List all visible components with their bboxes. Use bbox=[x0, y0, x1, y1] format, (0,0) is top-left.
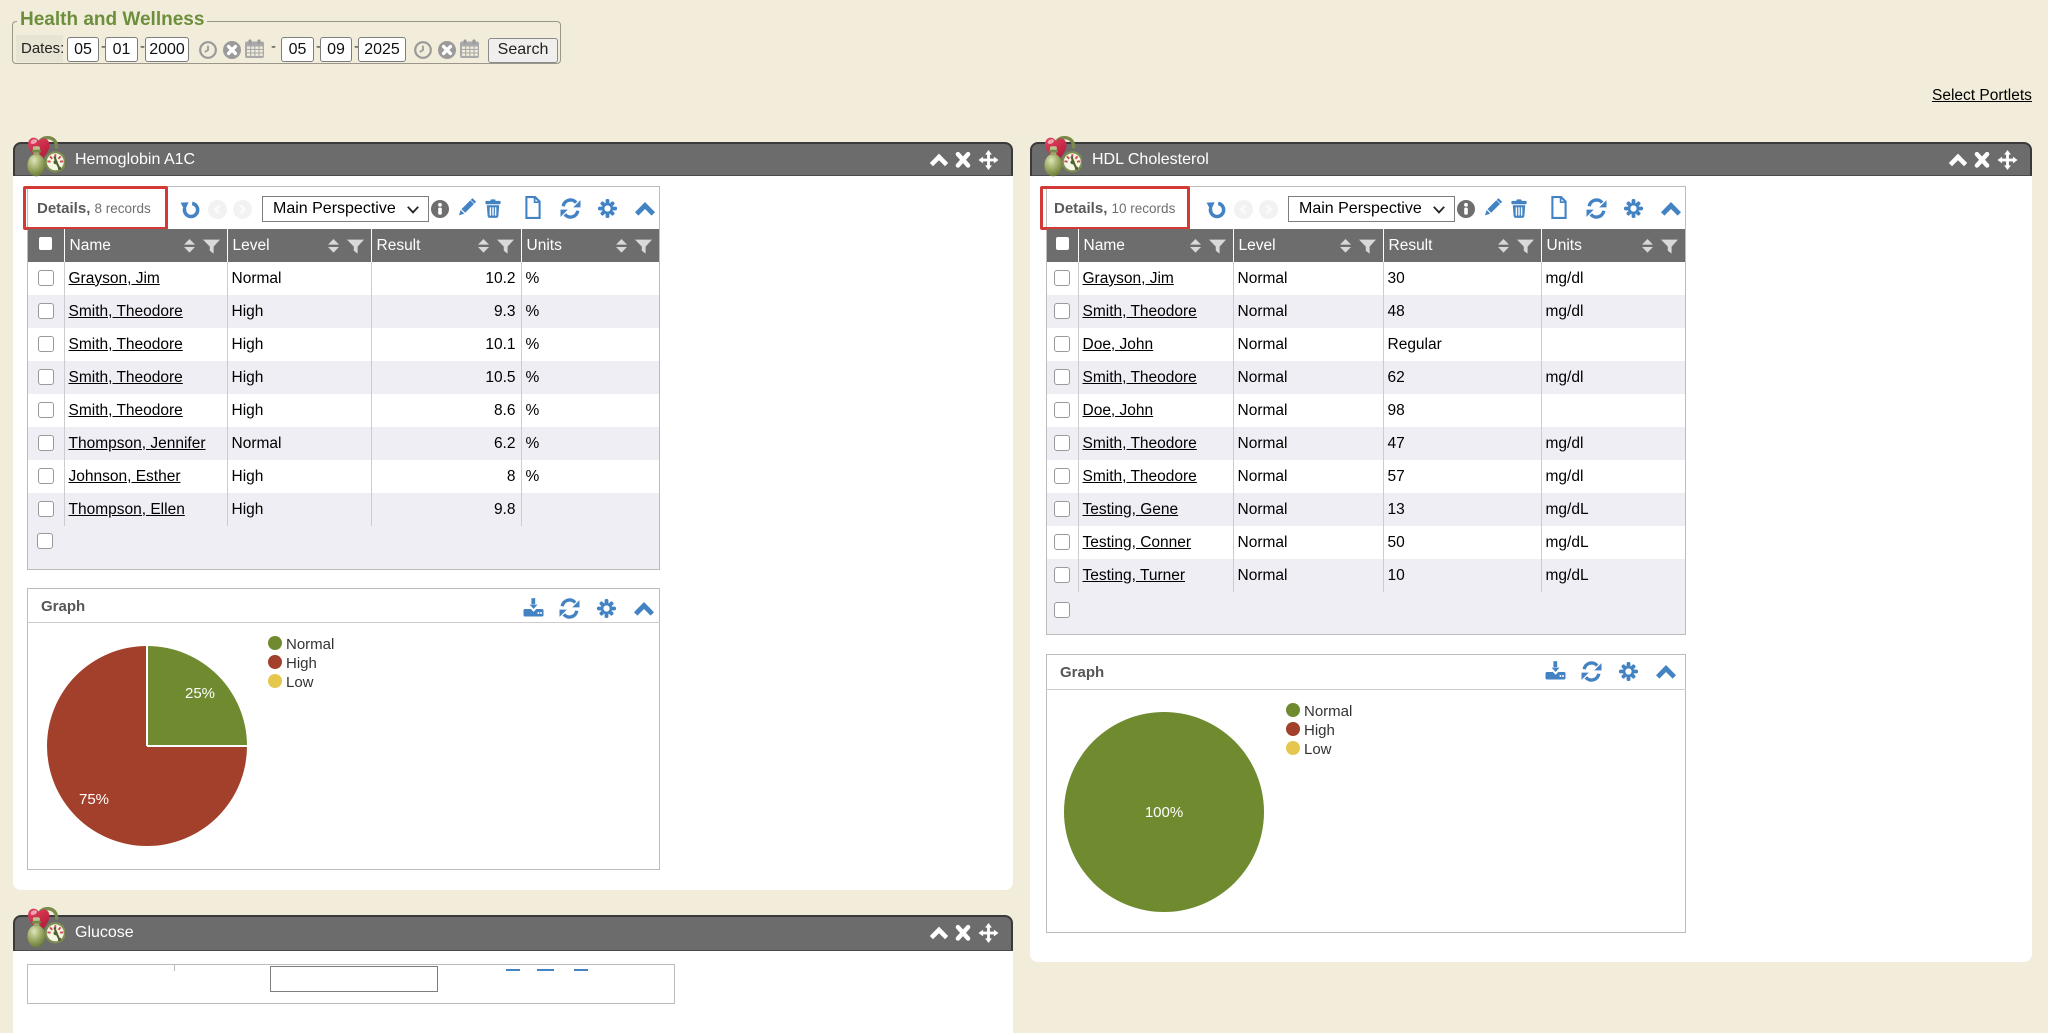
svg-text:25%: 25% bbox=[185, 685, 215, 702]
svg-text:100%: 100% bbox=[1145, 804, 1183, 821]
svg-text:75%: 75% bbox=[79, 791, 109, 808]
